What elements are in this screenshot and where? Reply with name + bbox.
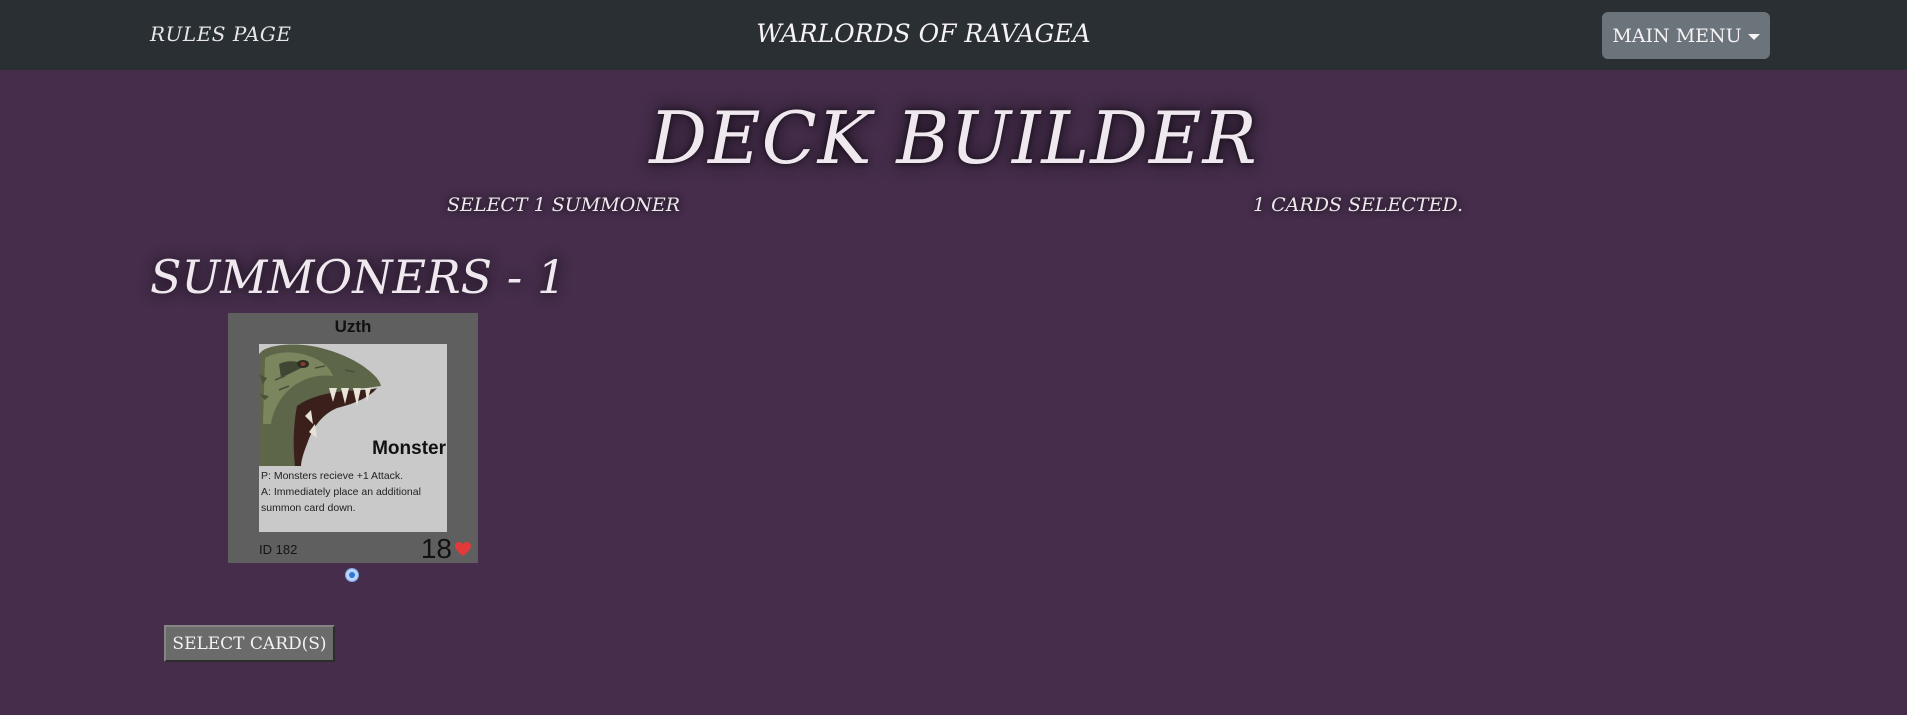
summoner-card[interactable]: Uzth Monster P: Monsters recieve +1 Atta… — [228, 313, 478, 564]
main-menu-button[interactable]: Main Menu — [1602, 12, 1770, 59]
main-menu-label: Main Menu — [1612, 24, 1742, 47]
page-title: Deck Builder — [649, 96, 1258, 180]
select-cards-button[interactable]: Select Card(s) — [164, 625, 335, 662]
selection-status: 1 cards selected. — [1253, 194, 1464, 216]
heart-icon — [455, 542, 471, 556]
caret-down-icon — [1747, 33, 1760, 40]
top-navbar: Rules Page Warlords of Ravagea Main Menu — [0, 0, 1907, 70]
card-passive-text: P: Monsters recieve +1 Attack. — [261, 470, 404, 482]
card-name: Uzth — [334, 317, 372, 336]
dragon-head-icon — [259, 344, 384, 466]
brand-title[interactable]: Warlords of Ravagea — [0, 19, 1847, 48]
card-text: P: Monsters recieve +1 Attack. A: Immedi… — [261, 468, 445, 516]
card-id: ID 182 — [259, 542, 298, 557]
card-type: Monster — [372, 438, 446, 459]
card-health: 18 — [420, 533, 452, 564]
card-ability-text: A: Immediately place an additional summo… — [261, 486, 421, 514]
card-select-radio[interactable] — [345, 568, 359, 582]
summoners-section-title: Summoners - 1 — [150, 250, 567, 304]
selection-instruction: Select 1 Summoner — [447, 194, 681, 216]
card-face: Monster P: Monsters recieve +1 Attack. A… — [259, 344, 447, 532]
